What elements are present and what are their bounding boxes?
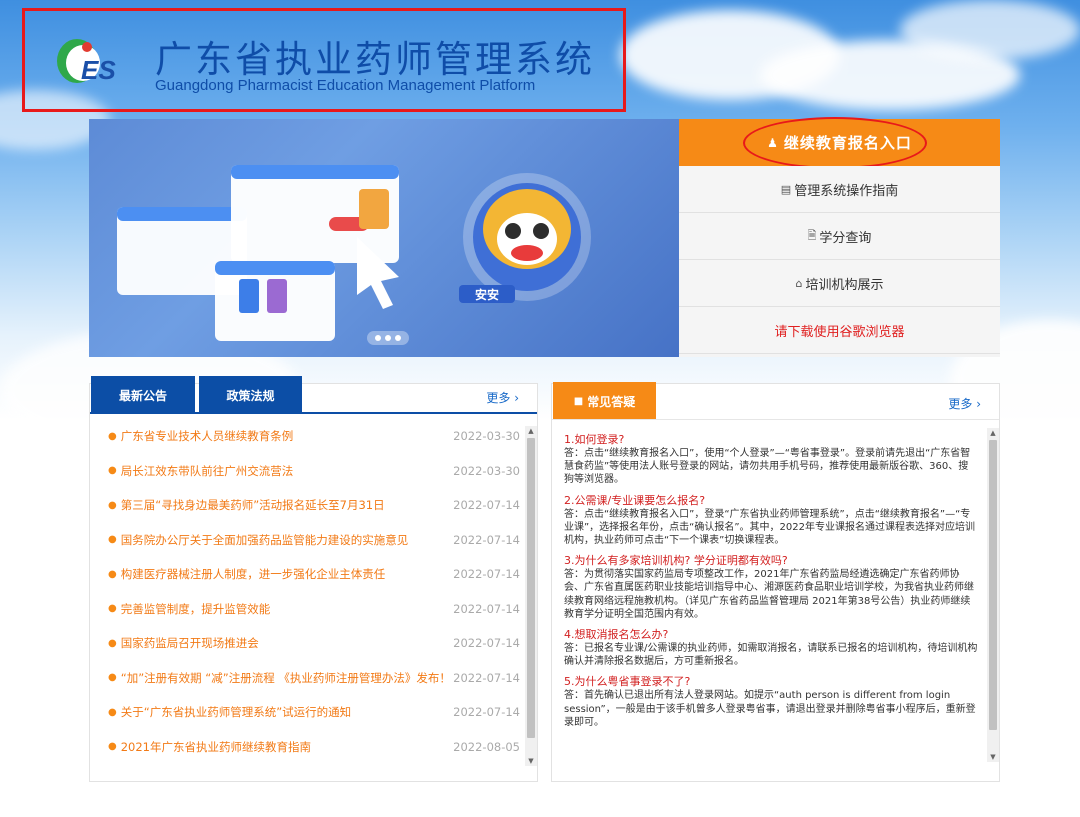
carousel-dot[interactable]: [395, 335, 401, 341]
news-title[interactable]: 关于“广东省执业药师管理系统”试运行的通知: [121, 704, 461, 720]
menu-item-label: 管理系统操作指南: [794, 183, 899, 199]
faq-answer: 答：点击“继续教育报名入口”，登录“广东省执业药师管理系统”，点击“继续教育报名…: [564, 508, 975, 547]
menu-item-guide[interactable]: ▤ 管理系统操作指南: [679, 166, 1000, 213]
news-item[interactable]: ● 关于“广东省执业药师管理系统”试运行的通知 2022-07-14: [90, 695, 530, 730]
news-item[interactable]: ● 2021年广东省执业药师继续教育指南 2022-08-05: [90, 730, 530, 765]
bullet-icon: ●: [108, 465, 117, 477]
bullet-icon: ●: [108, 706, 117, 718]
menu-item-institutions[interactable]: ⌂ 培训机构展示: [679, 260, 1000, 307]
list-icon: ▤: [780, 182, 792, 196]
news-item[interactable]: ● 局长江效东带队前往广州交流营法 2022-03-30: [90, 454, 530, 489]
tab-faq[interactable]: ■ 常见答疑: [553, 382, 656, 420]
news-scrollbar[interactable]: ▲ ▼: [525, 426, 537, 766]
more-label: 更多: [948, 397, 973, 411]
news-date: 2022-07-14: [453, 601, 520, 616]
logo-text: ES: [81, 55, 116, 85]
menu-item-label: 培训机构展示: [805, 277, 884, 293]
news-title[interactable]: “加”注册有效期 “减”注册流程 《执业药师注册管理办法》发布！: [121, 670, 461, 686]
faq-answer: 答：为贯彻落实国家药监局专项整改工作，2021年广东省药监局经遴选确定广东省药师…: [564, 569, 974, 620]
news-item[interactable]: ● “加”注册有效期 “减”注册流程 《执业药师注册管理办法》发布！ 2022-07…: [90, 661, 530, 696]
news-date: 2022-07-14: [453, 705, 520, 720]
menu-item-label: 学分查询: [819, 230, 872, 246]
scroll-down-icon[interactable]: ▼: [525, 756, 537, 766]
news-item[interactable]: ● 完善监管制度，提升监管效能 2022-07-14: [90, 592, 530, 627]
bullet-icon: ●: [108, 534, 117, 546]
news-date: 2022-07-14: [453, 498, 520, 513]
news-item[interactable]: ● 国家药监局召开现场推进会 2022-07-14: [90, 626, 530, 661]
mascot-label: 安安: [475, 287, 499, 302]
site-subtitle: Guangdong Pharmacist Education Managemen…: [155, 77, 536, 94]
faq-tab-label: 常见答疑: [587, 394, 636, 409]
news-title[interactable]: 广东省专业技术人员继续教育条例: [121, 428, 461, 444]
news-date: 2022-07-14: [453, 670, 520, 685]
bullet-icon: ●: [108, 568, 117, 580]
news-list: ● 广东省专业技术人员继续教育条例 2022-03-30 ● 局长江效东带队前往广州交…: [90, 419, 530, 764]
news-date: 2022-03-30: [453, 429, 520, 444]
site-title: 广东省执业药师管理系统: [155, 38, 595, 81]
menu-item-browser-notice[interactable]: 请下载使用谷歌浏览器: [679, 307, 1000, 354]
faq-divider: [552, 419, 999, 420]
news-title[interactable]: 第三届“寻找身边最美药师”活动报名延长至7月31日: [121, 497, 461, 513]
faq-list: 1.如何登录? 答：点击“继续教育报名入口”，使用“个人登录”—“粤省事登录”。…: [564, 428, 978, 763]
banner-carousel[interactable]: 安安: [89, 119, 679, 357]
site-header: ES 广东省执业药师管理系统 Guangdong Pharmacist Educ…: [22, 8, 626, 112]
faq-answer: 答：已报名专业课/公需课的执业药师，如需取消报名，请联系已报名的培训机构，待培训…: [564, 643, 978, 668]
news-more-link[interactable]: 更多 ›: [486, 389, 519, 406]
building-icon: ⌂: [795, 276, 803, 290]
faq-question[interactable]: 5.为什么粤省事登录不了?: [564, 674, 978, 689]
site-logo: ES: [57, 39, 116, 85]
highlight-ring: [743, 117, 927, 169]
chevron-right-icon: ›: [976, 397, 981, 411]
document-icon: 🗎: [807, 228, 817, 242]
faq-question[interactable]: 2.公需课/专业课要怎么报名?: [564, 493, 978, 508]
news-title[interactable]: 构建医疗器械注册人制度，进一步强化企业主体责任: [121, 566, 461, 582]
news-title[interactable]: 国家药监局召开现场推进会: [121, 635, 461, 651]
scroll-thumb[interactable]: [989, 440, 997, 730]
carousel-dot[interactable]: [385, 335, 391, 341]
bullet-icon: ●: [108, 637, 117, 649]
news-panel: 最新公告 政策法规 更多 › ● 广东省专业技术人员继续教育条例 2022-03-3…: [89, 376, 538, 782]
news-date: 2022-03-30: [453, 463, 520, 478]
menu-item-credits[interactable]: 🗎 学分查询: [679, 213, 1000, 260]
faq-answer: 答：点击“继续教育报名入口”，使用“个人登录”—“粤省事登录”。登录前请先退出“…: [564, 448, 971, 486]
bullet-icon: ●: [108, 430, 117, 442]
news-date: 2022-08-05: [453, 739, 520, 754]
news-title[interactable]: 2021年广东省执业药师继续教育指南: [121, 739, 461, 755]
scroll-thumb[interactable]: [527, 438, 535, 738]
chevron-right-icon: ›: [514, 391, 519, 405]
bullet-icon: ●: [108, 603, 117, 615]
side-menu: ♟ 继续教育报名入口 ▤ 管理系统操作指南 🗎 学分查询 ⌂ 培训机构展示 请下…: [679, 117, 1000, 357]
bullet-icon: ●: [108, 499, 117, 511]
faq-question[interactable]: 4.想取消报名怎么办?: [564, 627, 978, 642]
news-date: 2022-07-14: [453, 567, 520, 582]
news-item[interactable]: ● 构建医疗器械注册人制度，进一步强化企业主体责任 2022-07-14: [90, 557, 530, 592]
news-item[interactable]: ● 广东省专业技术人员继续教育条例 2022-03-30: [90, 419, 530, 454]
faq-question[interactable]: 1.如何登录?: [564, 432, 978, 447]
news-date: 2022-07-14: [453, 636, 520, 651]
carousel-indicator[interactable]: [367, 331, 409, 345]
bullet-icon: ●: [108, 672, 117, 684]
faq-more-link[interactable]: 更多 ›: [948, 395, 981, 412]
faq-panel: ■ 常见答疑 更多 › 1.如何登录? 答：点击“继续教育报名入口”，使用“个人…: [551, 382, 1000, 782]
scroll-down-icon[interactable]: ▼: [987, 752, 999, 762]
scroll-up-icon[interactable]: ▲: [525, 426, 537, 436]
news-title[interactable]: 完善监管制度，提升监管效能: [121, 601, 461, 617]
news-item[interactable]: ● 第三届“寻找身边最美药师”活动报名延长至7月31日 2022-07-14: [90, 488, 530, 523]
more-label: 更多: [486, 391, 511, 405]
news-title[interactable]: 国务院办公厅关于全面加强药品监管能力建设的实施意见: [121, 532, 461, 548]
faq-question[interactable]: 3.为什么有多家培训机构? 学分证明都有效吗?: [564, 553, 978, 568]
news-date: 2022-07-14: [453, 532, 520, 547]
scroll-up-icon[interactable]: ▲: [987, 428, 999, 438]
faq-scrollbar[interactable]: ▲ ▼: [987, 428, 999, 762]
faq-answer: 答：首先确认已退出所有法人登录网站。如提示“auth person is dif…: [564, 690, 976, 728]
menu-item-label: 请下载使用谷歌浏览器: [774, 324, 905, 340]
tab-latest-notices[interactable]: 最新公告: [91, 376, 195, 414]
banner-illustration: 安安: [117, 165, 591, 341]
bullet-icon: ●: [108, 741, 117, 753]
tab-policies[interactable]: 政策法规: [199, 376, 302, 414]
news-title[interactable]: 局长江效东带队前往广州交流营法: [121, 463, 461, 479]
carousel-dot[interactable]: [375, 335, 381, 341]
faq-icon: ■: [573, 395, 584, 407]
news-item[interactable]: ● 国务院办公厅关于全面加强药品监管能力建设的实施意见 2022-07-14: [90, 523, 530, 558]
